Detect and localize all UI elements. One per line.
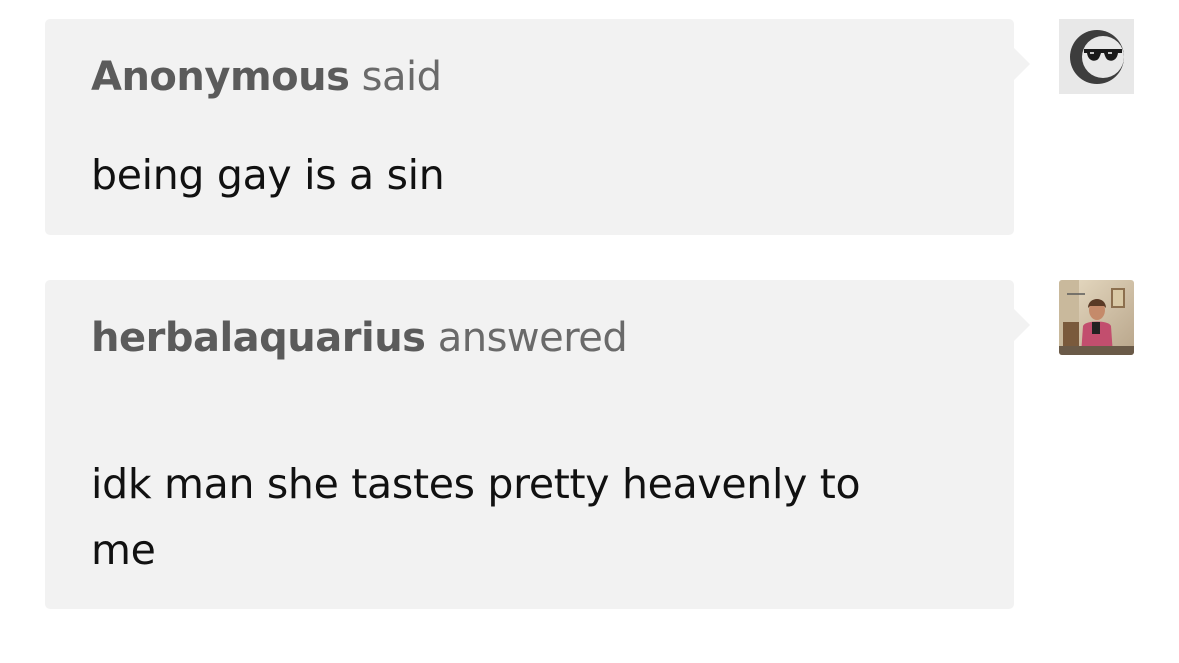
answer-text: idk man she tastes pretty heavenly to me	[91, 460, 861, 574]
anonymous-avatar[interactable]	[1059, 19, 1134, 94]
ask-header: Anonymous said	[91, 54, 442, 100]
answerer-name[interactable]: herbalaquarius	[91, 315, 426, 361]
question-text: being gay is a sin	[91, 151, 445, 199]
answer-bubble: herbalaquarius answered idk man she tast…	[45, 280, 1030, 609]
answerer-avatar[interactable]	[1059, 280, 1134, 355]
sunglasses-face-icon	[1059, 19, 1134, 94]
answer-header: herbalaquarius answered	[91, 315, 628, 361]
user-photo-avatar	[1059, 280, 1134, 355]
answerer-verb: answered	[425, 315, 628, 361]
asker-name[interactable]: Anonymous	[91, 54, 350, 100]
asker-verb: said	[349, 54, 442, 100]
ask-bubble: Anonymous said being gay is a sin	[45, 19, 1030, 235]
